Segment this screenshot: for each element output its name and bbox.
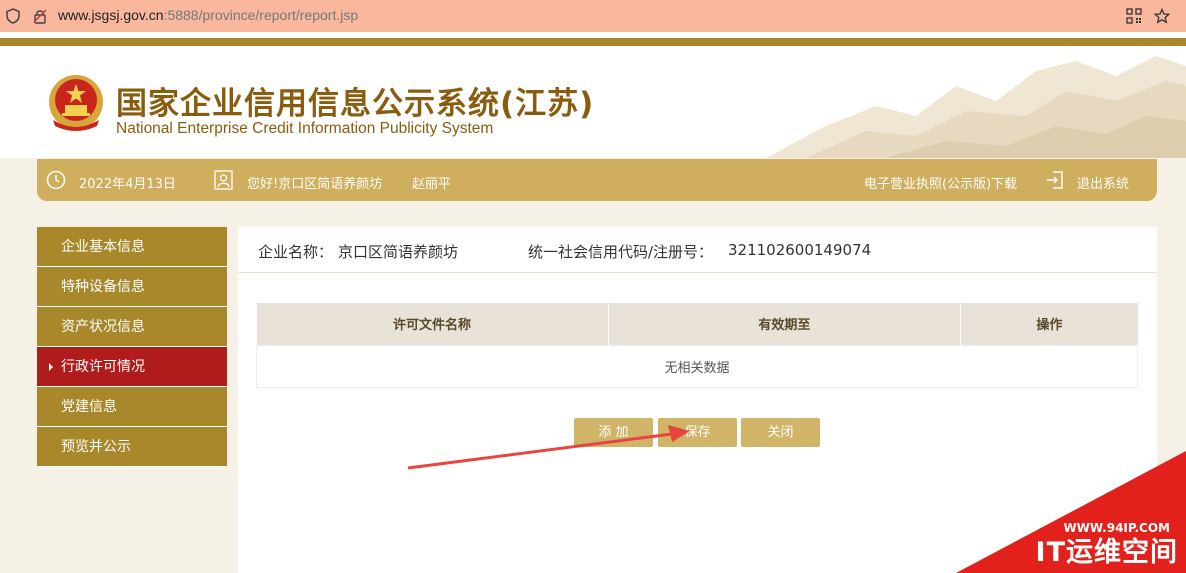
sidebar-item-admin-license[interactable]: 行政许可情况 <box>37 347 227 387</box>
col-action: 操作 <box>960 303 1138 345</box>
current-date: 2022年4月13日 <box>79 177 176 192</box>
url-text[interactable]: www.jsgsj.gov.cn:5888/province/report/re… <box>58 7 358 23</box>
qr-code-icon[interactable] <box>1126 8 1142 24</box>
add-button[interactable]: 添 加 <box>574 418 653 447</box>
sidebar-item-basic-info[interactable]: 企业基本信息 <box>37 227 227 267</box>
clock-icon <box>46 170 66 190</box>
user-icon <box>214 170 233 190</box>
license-table: 许可文件名称 有效期至 操作 无相关数据 <box>256 303 1138 388</box>
site-title-cn: 国家企业信用信息公示系统(江苏) <box>116 86 595 122</box>
url-path: :5888/province/report/report.jsp <box>163 7 359 23</box>
site-title-en: National Enterprise Credit Information P… <box>116 120 494 137</box>
table-row: 无相关数据 <box>256 344 1138 388</box>
credit-code-label: 统一社会信用代码/注册号： <box>528 243 714 261</box>
col-license-name: 许可文件名称 <box>256 303 609 345</box>
company-info-header: 企业名称： 京口区简语养颜坊 统一社会信用代码/注册号： 32110260014… <box>238 227 1157 273</box>
empty-message: 无相关数据 <box>256 344 1138 388</box>
sidebar-item-party-building[interactable]: 党建信息 <box>37 387 227 427</box>
shield-icon <box>6 8 20 24</box>
sidebar-item-assets[interactable]: 资产状况信息 <box>37 307 227 347</box>
top-gold-line <box>0 38 1186 46</box>
company-name-value: 京口区简语养颜坊 <box>338 243 459 261</box>
mountain-decoration <box>766 56 1186 158</box>
bookmark-star-icon[interactable] <box>1154 8 1170 24</box>
lock-warning-icon[interactable] <box>32 8 48 24</box>
save-button[interactable]: 保存 <box>658 418 737 447</box>
greeting-text: 您好!京口区简语养颜坊 <box>247 177 383 192</box>
national-emblem-icon <box>49 75 103 131</box>
sidebar-nav: 企业基本信息 特种设备信息 资产状况信息 行政许可情况 党建信息 预览并公示 <box>37 227 227 467</box>
browser-url-bar[interactable]: www.jsgsj.gov.cn:5888/province/report/re… <box>0 0 1186 32</box>
sidebar-item-special-equipment[interactable]: 特种设备信息 <box>37 267 227 307</box>
close-button[interactable]: 关闭 <box>741 418 820 447</box>
credit-code-value: 321102600149074 <box>728 241 872 259</box>
logout-link[interactable]: 退出系统 <box>1077 173 1129 192</box>
url-host: www.jsgsj.gov.cn <box>58 7 164 23</box>
watermark-name: IT运维空间 <box>1035 537 1178 568</box>
watermark: WWW.94IP.COM IT运维空间 <box>956 451 1186 573</box>
site-header: 国家企业信用信息公示系统(江苏) National Enterprise Cre… <box>0 46 1186 158</box>
col-valid-until: 有效期至 <box>608 303 962 345</box>
download-license-link[interactable]: 电子营业执照(公示版)下载 <box>864 173 1017 192</box>
user-name: 赵丽平 <box>412 177 452 192</box>
company-name-label: 企业名称： <box>258 243 334 261</box>
info-bar: 2022年4月13日 您好!京口区简语养颜坊 赵丽平 电子营业执照(公示版)下载… <box>37 159 1157 201</box>
sidebar-item-preview-publish[interactable]: 预览并公示 <box>37 427 227 467</box>
logout-icon[interactable] <box>1045 170 1065 190</box>
table-header-row: 许可文件名称 有效期至 操作 <box>256 303 1138 345</box>
